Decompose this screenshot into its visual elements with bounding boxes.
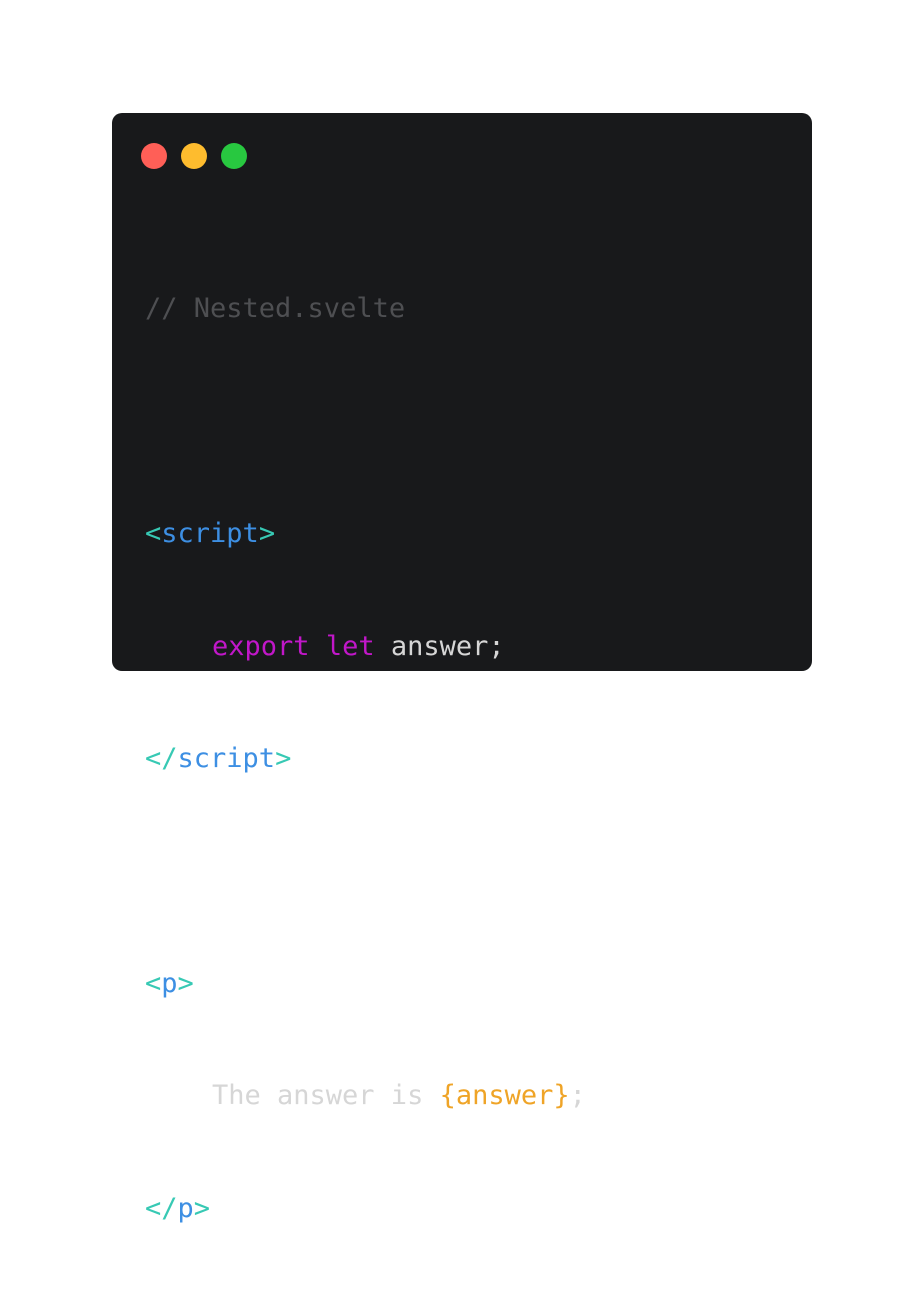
close-dot-icon[interactable] xyxy=(141,143,167,169)
semicolon: ; xyxy=(569,1080,586,1111)
code-window: // Nested.svelte <script> export let ans… xyxy=(112,113,812,1224)
code-line-script-close: </script> xyxy=(145,740,586,778)
paragraph-text: The answer is xyxy=(212,1080,440,1111)
code-line-comment: // Nested.svelte xyxy=(145,290,586,328)
tag-bracket: < xyxy=(145,967,162,999)
tag-bracket: </ xyxy=(145,743,178,774)
interpolation-expression: {answer} xyxy=(439,1080,570,1111)
keyword-let: let xyxy=(325,630,375,662)
tag-bracket: </ xyxy=(145,1192,178,1224)
code-block: // Nested.svelte <script> export let ans… xyxy=(145,215,586,1302)
export-identifier: answer; xyxy=(374,630,505,662)
code-line-export: export let answer; xyxy=(145,628,586,666)
file-comment: // Nested.svelte xyxy=(145,293,406,324)
tag-name-script: script xyxy=(177,743,276,774)
maximize-dot-icon[interactable] xyxy=(221,143,247,169)
tag-bracket: > xyxy=(258,518,276,549)
code-line-text: The answer is {answer}; xyxy=(145,1077,586,1115)
code-line-p-close: </p> xyxy=(145,1190,586,1228)
minimize-dot-icon[interactable] xyxy=(181,143,207,169)
tag-bracket: > xyxy=(275,743,292,774)
code-line-p-open: <p> xyxy=(145,965,586,1003)
tag-name-p: p xyxy=(177,1192,194,1224)
keyword-export: export xyxy=(212,630,310,662)
tag-name-p: p xyxy=(161,967,178,999)
tag-bracket: > xyxy=(177,967,194,999)
tag-bracket: > xyxy=(193,1192,211,1224)
tag-name-script: script xyxy=(161,518,259,549)
tag-bracket: < xyxy=(145,518,162,549)
code-line-script-open: <script> xyxy=(145,515,586,553)
